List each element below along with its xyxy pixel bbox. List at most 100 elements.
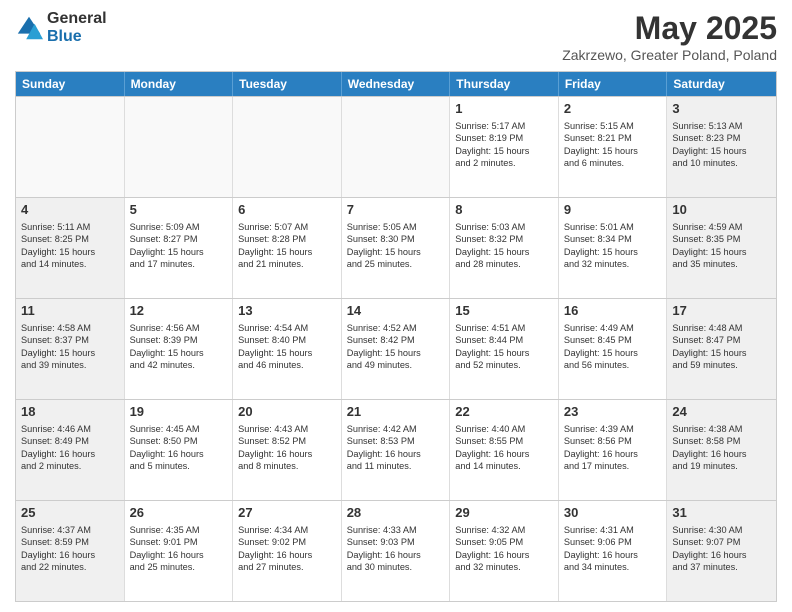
cell-info: Sunrise: 4:54 AM Sunset: 8:40 PM Dayligh… <box>238 322 336 372</box>
day-cell-9: 9Sunrise: 5:01 AM Sunset: 8:34 PM Daylig… <box>559 198 668 298</box>
day-cell-11: 11Sunrise: 4:58 AM Sunset: 8:37 PM Dayli… <box>16 299 125 399</box>
day-cell-23: 23 Sunrise: 4:39 AM Sunset: 8:56 PM Dayli… <box>559 400 668 500</box>
day-number: 6 <box>238 202 336 219</box>
day-cell-24: 24 Sunrise: 4:38 AM Sunset: 8:58 PM Dayli… <box>667 400 776 500</box>
day-number: 8 <box>455 202 553 219</box>
day-cell-26: 26Sunrise: 4:35 AM Sunset: 9:01 PM Dayli… <box>125 501 234 601</box>
day-number: 24 <box>672 404 771 421</box>
day-cell-5: 5 Sunrise: 5:09 AM Sunset: 8:27 PM Daylig… <box>125 198 234 298</box>
cell-info: Sunrise: 5:03 AM Sunset: 8:32 PM Dayligh… <box>455 221 553 271</box>
logo-blue: Blue <box>47 28 107 46</box>
day-number: 4 <box>21 202 119 219</box>
day-cell-29: 29 Sunrise: 4:32 AM Sunset: 9:05 PM Dayli… <box>450 501 559 601</box>
day-cell-19: 19 Sunrise: 4:45 AM Sunset: 8:50 PM Dayli… <box>125 400 234 500</box>
cell-info: Sunrise: 4:40 AM Sunset: 8:55 PM Dayligh… <box>455 423 553 473</box>
cell-info: Sunrise: 4:46 AM Sunset: 8:49 PM Dayligh… <box>21 423 119 473</box>
week-row-5: 25 Sunrise: 4:37 AM Sunset: 8:59 PM Dayli… <box>16 500 776 601</box>
cell-info: Sunrise: 4:39 AM Sunset: 8:56 PM Dayligh… <box>564 423 662 473</box>
day-cell-18: 18Sunrise: 4:46 AM Sunset: 8:49 PM Dayli… <box>16 400 125 500</box>
day-number: 20 <box>238 404 336 421</box>
day-number: 2 <box>564 101 662 118</box>
day-number: 10 <box>672 202 771 219</box>
weekday-header-thursday: Thursday <box>450 72 559 96</box>
day-cell-1: 1 Sunrise: 5:17 AM Sunset: 8:19 PM Daylig… <box>450 97 559 197</box>
day-cell-25: 25 Sunrise: 4:37 AM Sunset: 8:59 PM Dayli… <box>16 501 125 601</box>
day-number: 16 <box>564 303 662 320</box>
calendar-header: SundayMondayTuesdayWednesdayThursdayFrid… <box>16 72 776 96</box>
page-title: May 2025 <box>562 10 777 47</box>
day-cell-3: 3Sunrise: 5:13 AM Sunset: 8:23 PM Daylig… <box>667 97 776 197</box>
cell-info: Sunrise: 4:31 AM Sunset: 9:06 PM Dayligh… <box>564 524 662 574</box>
cell-info: Sunrise: 4:52 AM Sunset: 8:42 PM Dayligh… <box>347 322 445 372</box>
cell-info: Sunrise: 5:11 AM Sunset: 8:25 PM Dayligh… <box>21 221 119 271</box>
cell-info: Sunrise: 5:09 AM Sunset: 8:27 PM Dayligh… <box>130 221 228 271</box>
day-cell-12: 12 Sunrise: 4:56 AM Sunset: 8:39 PM Dayli… <box>125 299 234 399</box>
cell-info: Sunrise: 4:34 AM Sunset: 9:02 PM Dayligh… <box>238 524 336 574</box>
cell-info: Sunrise: 4:56 AM Sunset: 8:39 PM Dayligh… <box>130 322 228 372</box>
weekday-header-monday: Monday <box>125 72 234 96</box>
cell-info: Sunrise: 4:30 AM Sunset: 9:07 PM Dayligh… <box>672 524 771 574</box>
day-number: 14 <box>347 303 445 320</box>
day-cell-15: 15 Sunrise: 4:51 AM Sunset: 8:44 PM Dayli… <box>450 299 559 399</box>
cell-info: Sunrise: 5:17 AM Sunset: 8:19 PM Dayligh… <box>455 120 553 170</box>
day-cell-27: 27 Sunrise: 4:34 AM Sunset: 9:02 PM Dayli… <box>233 501 342 601</box>
day-number: 19 <box>130 404 228 421</box>
day-number: 23 <box>564 404 662 421</box>
calendar-body: 1 Sunrise: 5:17 AM Sunset: 8:19 PM Daylig… <box>16 96 776 601</box>
day-cell-28: 28Sunrise: 4:33 AM Sunset: 9:03 PM Dayli… <box>342 501 451 601</box>
header: General Blue May 2025 Zakrzewo, Greater … <box>15 10 777 63</box>
cell-info: Sunrise: 4:45 AM Sunset: 8:50 PM Dayligh… <box>130 423 228 473</box>
day-number: 9 <box>564 202 662 219</box>
logo: General Blue <box>15 10 107 45</box>
day-cell-22: 22 Sunrise: 4:40 AM Sunset: 8:55 PM Dayli… <box>450 400 559 500</box>
week-row-2: 4 Sunrise: 5:11 AM Sunset: 8:25 PM Daylig… <box>16 197 776 298</box>
day-number: 25 <box>21 505 119 522</box>
day-number: 12 <box>130 303 228 320</box>
day-cell-14: 14 Sunrise: 4:52 AM Sunset: 8:42 PM Dayli… <box>342 299 451 399</box>
day-number: 22 <box>455 404 553 421</box>
day-number: 15 <box>455 303 553 320</box>
calendar: SundayMondayTuesdayWednesdayThursdayFrid… <box>15 71 777 602</box>
empty-cell <box>125 97 234 197</box>
page-subtitle: Zakrzewo, Greater Poland, Poland <box>562 47 777 63</box>
weekday-header-saturday: Saturday <box>667 72 776 96</box>
day-number: 13 <box>238 303 336 320</box>
day-cell-4: 4 Sunrise: 5:11 AM Sunset: 8:25 PM Daylig… <box>16 198 125 298</box>
day-number: 27 <box>238 505 336 522</box>
weekday-header-sunday: Sunday <box>16 72 125 96</box>
empty-cell <box>16 97 125 197</box>
day-cell-31: 31 Sunrise: 4:30 AM Sunset: 9:07 PM Dayli… <box>667 501 776 601</box>
day-cell-6: 6 Sunrise: 5:07 AM Sunset: 8:28 PM Daylig… <box>233 198 342 298</box>
day-cell-2: 2 Sunrise: 5:15 AM Sunset: 8:21 PM Daylig… <box>559 97 668 197</box>
day-cell-17: 17Sunrise: 4:48 AM Sunset: 8:47 PM Dayli… <box>667 299 776 399</box>
week-row-1: 1 Sunrise: 5:17 AM Sunset: 8:19 PM Daylig… <box>16 96 776 197</box>
cell-info: Sunrise: 4:51 AM Sunset: 8:44 PM Dayligh… <box>455 322 553 372</box>
page: General Blue May 2025 Zakrzewo, Greater … <box>0 0 792 612</box>
logo-text: General Blue <box>47 10 107 45</box>
cell-info: Sunrise: 4:32 AM Sunset: 9:05 PM Dayligh… <box>455 524 553 574</box>
day-cell-20: 20Sunrise: 4:43 AM Sunset: 8:52 PM Dayli… <box>233 400 342 500</box>
day-number: 29 <box>455 505 553 522</box>
weekday-header-wednesday: Wednesday <box>342 72 451 96</box>
day-cell-13: 13 Sunrise: 4:54 AM Sunset: 8:40 PM Dayli… <box>233 299 342 399</box>
day-number: 5 <box>130 202 228 219</box>
day-number: 30 <box>564 505 662 522</box>
empty-cell <box>342 97 451 197</box>
week-row-3: 11Sunrise: 4:58 AM Sunset: 8:37 PM Dayli… <box>16 298 776 399</box>
empty-cell <box>233 97 342 197</box>
cell-info: Sunrise: 4:42 AM Sunset: 8:53 PM Dayligh… <box>347 423 445 473</box>
day-number: 1 <box>455 101 553 118</box>
cell-info: Sunrise: 4:37 AM Sunset: 8:59 PM Dayligh… <box>21 524 119 574</box>
cell-info: Sunrise: 5:07 AM Sunset: 8:28 PM Dayligh… <box>238 221 336 271</box>
day-cell-10: 10Sunrise: 4:59 AM Sunset: 8:35 PM Dayli… <box>667 198 776 298</box>
weekday-header-tuesday: Tuesday <box>233 72 342 96</box>
day-cell-30: 30 Sunrise: 4:31 AM Sunset: 9:06 PM Dayli… <box>559 501 668 601</box>
day-number: 21 <box>347 404 445 421</box>
day-number: 7 <box>347 202 445 219</box>
day-number: 31 <box>672 505 771 522</box>
cell-info: Sunrise: 4:38 AM Sunset: 8:58 PM Dayligh… <box>672 423 771 473</box>
cell-info: Sunrise: 4:49 AM Sunset: 8:45 PM Dayligh… <box>564 322 662 372</box>
cell-info: Sunrise: 5:15 AM Sunset: 8:21 PM Dayligh… <box>564 120 662 170</box>
day-cell-7: 7Sunrise: 5:05 AM Sunset: 8:30 PM Daylig… <box>342 198 451 298</box>
day-number: 17 <box>672 303 771 320</box>
